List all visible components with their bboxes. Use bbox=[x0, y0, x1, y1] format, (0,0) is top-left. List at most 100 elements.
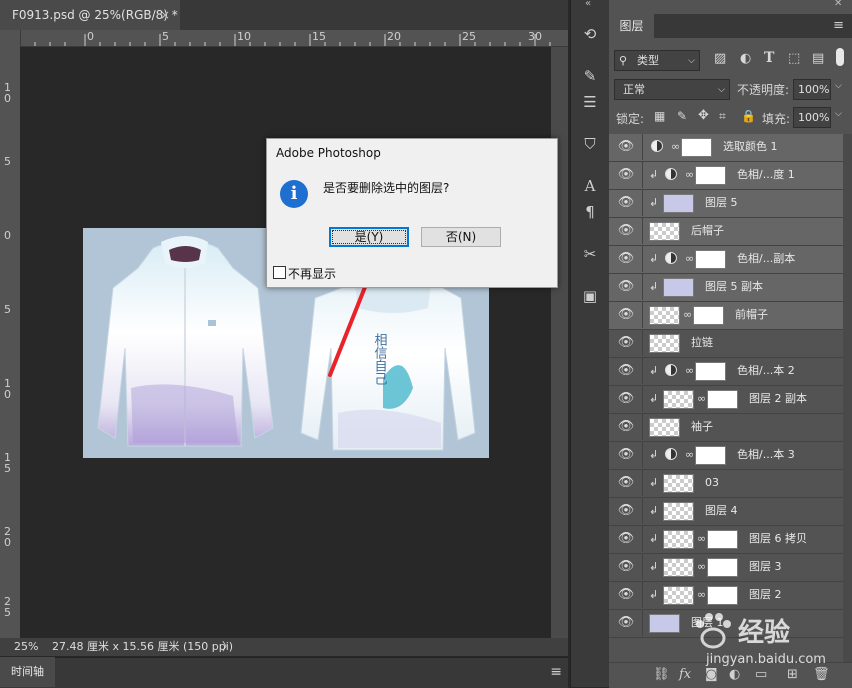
layer-thumbnail[interactable] bbox=[649, 418, 680, 437]
clip-arrow-icon: ↲ bbox=[649, 532, 659, 545]
character-icon[interactable]: A bbox=[580, 176, 600, 196]
eye-icon[interactable]: 👁 bbox=[617, 531, 635, 547]
no-button[interactable]: 否(N) bbox=[421, 227, 501, 247]
eye-icon[interactable]: 👁 bbox=[617, 307, 635, 323]
clone-source-icon[interactable]: ⛉ bbox=[580, 134, 600, 154]
eye-icon[interactable]: 👁 bbox=[617, 587, 635, 603]
eye-icon[interactable]: 👁 bbox=[617, 559, 635, 575]
smart-object-filter-icon[interactable]: ▤ bbox=[812, 51, 824, 66]
layer-row[interactable]: 👁 袖子 bbox=[609, 414, 843, 442]
menu-icon[interactable]: ≡ bbox=[550, 664, 562, 680]
mask-thumbnail[interactable] bbox=[695, 250, 726, 269]
eye-icon[interactable]: 👁 bbox=[617, 363, 635, 379]
layer-row[interactable]: 👁 ↲ ∞ 图层 6 拷贝 bbox=[609, 526, 843, 554]
mask-thumbnail[interactable] bbox=[695, 446, 726, 465]
layer-thumbnail[interactable] bbox=[663, 390, 694, 409]
mask-thumbnail[interactable] bbox=[681, 138, 712, 157]
divider bbox=[642, 470, 643, 496]
fill-input[interactable]: 100% bbox=[793, 107, 831, 128]
eye-icon[interactable]: 👁 bbox=[617, 167, 635, 183]
layer-thumbnail[interactable] bbox=[663, 502, 694, 521]
eye-icon[interactable]: 👁 bbox=[617, 503, 635, 519]
collapse-icon[interactable]: « bbox=[585, 0, 591, 9]
yes-button[interactable]: 是(Y) bbox=[329, 227, 409, 247]
lock-all-icon[interactable]: 🔒 bbox=[741, 109, 756, 123]
eye-icon[interactable]: 👁 bbox=[617, 615, 635, 631]
tab-layers[interactable]: 图层 bbox=[609, 14, 654, 38]
eye-icon[interactable]: 👁 bbox=[617, 223, 635, 239]
chevron-down-icon[interactable]: ⌵ bbox=[835, 109, 842, 119]
layer-row[interactable]: 👁 拉链 bbox=[609, 330, 843, 358]
vertical-scrollbar[interactable] bbox=[551, 47, 568, 638]
tool-presets-icon[interactable]: ✂ bbox=[580, 244, 600, 264]
mask-thumbnail[interactable] bbox=[707, 558, 738, 577]
layer-row[interactable]: 👁 ↲ ∞ 图层 3 bbox=[609, 554, 843, 582]
layer-row[interactable]: 👁 ∞ 前帽子 bbox=[609, 302, 843, 330]
layer-row[interactable]: 👁 ↲ ∞ 色相/...本 2 bbox=[609, 358, 843, 386]
mask-thumbnail[interactable] bbox=[695, 166, 726, 185]
lock-pixels-icon[interactable]: ✎ bbox=[677, 109, 687, 123]
lock-position-icon[interactable]: ✥ bbox=[698, 108, 709, 123]
tab-timeline[interactable]: 时间轴 bbox=[0, 657, 55, 687]
layer-row[interactable]: 👁 后帽子 bbox=[609, 218, 843, 246]
paragraph-icon[interactable]: ¶ bbox=[580, 202, 600, 222]
mask-thumbnail[interactable] bbox=[707, 530, 738, 549]
checkbox-box[interactable] bbox=[273, 266, 286, 279]
panel-menu-icon[interactable]: ≡ bbox=[833, 18, 844, 33]
layer-row[interactable]: 👁 ↲ 图层 4 bbox=[609, 498, 843, 526]
layer-row[interactable]: 👁 ↲ ∞ 色相/...副本 bbox=[609, 246, 843, 274]
adjustments-icon[interactable]: ☰ bbox=[580, 92, 600, 112]
eye-icon[interactable]: 👁 bbox=[617, 195, 635, 211]
eye-icon[interactable]: 👁 bbox=[617, 279, 635, 295]
eye-icon[interactable]: 👁 bbox=[617, 391, 635, 407]
layer-row[interactable]: 👁 ↲ ∞ 图层 2 副本 bbox=[609, 386, 843, 414]
lock-transparent-icon[interactable]: ▦ bbox=[654, 109, 665, 123]
close-icon[interactable]: × bbox=[160, 0, 170, 30]
document-tab[interactable]: F0913.psd @ 25%(RGB/8) * × bbox=[0, 0, 180, 30]
mask-thumbnail[interactable] bbox=[707, 586, 738, 605]
image-filter-icon[interactable]: ▨ bbox=[714, 51, 726, 66]
layer-row[interactable]: 👁 ↲ 图层 5 副本 bbox=[609, 274, 843, 302]
layer-row[interactable]: 👁 ↲ 03 bbox=[609, 470, 843, 498]
layer-filter-select[interactable]: ⚲ 类型 ⌵ bbox=[614, 50, 700, 71]
layer-row[interactable]: 👁 ∞ 选取颜色 1 bbox=[609, 134, 843, 162]
eye-icon[interactable]: 👁 bbox=[617, 251, 635, 267]
layer-row[interactable]: 👁 ↲ ∞ 色相/...本 3 bbox=[609, 442, 843, 470]
close-panel-icon[interactable]: ✕ bbox=[834, 0, 842, 9]
type-filter-icon[interactable]: T bbox=[764, 50, 774, 66]
layer-thumbnail[interactable] bbox=[649, 334, 680, 353]
layer-row[interactable]: 👁 ↲ 图层 5 bbox=[609, 190, 843, 218]
eye-icon[interactable]: 👁 bbox=[617, 419, 635, 435]
layer-thumbnail[interactable] bbox=[663, 586, 694, 605]
layer-thumbnail[interactable] bbox=[663, 530, 694, 549]
layer-thumbnail[interactable] bbox=[649, 222, 680, 241]
layers-scrollbar[interactable] bbox=[843, 134, 852, 662]
eye-icon[interactable]: 👁 bbox=[617, 335, 635, 351]
eye-icon[interactable]: 👁 bbox=[617, 447, 635, 463]
mask-thumbnail[interactable] bbox=[707, 390, 738, 409]
filter-toggle[interactable] bbox=[836, 48, 844, 66]
history-icon[interactable]: ⟲ bbox=[580, 24, 600, 44]
layer-thumbnail[interactable] bbox=[663, 278, 694, 297]
layer-thumbnail[interactable] bbox=[663, 558, 694, 577]
brush-icon[interactable]: ✎ bbox=[580, 66, 600, 86]
opacity-input[interactable]: 100% bbox=[793, 79, 831, 100]
mask-thumbnail[interactable] bbox=[695, 362, 726, 381]
layer-thumbnail[interactable] bbox=[663, 194, 694, 213]
eye-icon[interactable]: 👁 bbox=[617, 139, 635, 155]
layer-thumbnail[interactable] bbox=[649, 306, 680, 325]
zoom-level[interactable]: 25% bbox=[14, 638, 38, 656]
dont-show-again-checkbox[interactable]: 不再显示 bbox=[273, 265, 336, 282]
layer-filter-label: 类型 bbox=[637, 54, 659, 67]
layer-thumbnail[interactable] bbox=[663, 474, 694, 493]
shape-filter-icon[interactable]: ⬚ bbox=[788, 51, 800, 66]
chevron-down-icon[interactable]: ⌵ bbox=[835, 81, 842, 91]
status-menu-arrow[interactable]: 〉 bbox=[222, 638, 233, 656]
layer-row[interactable]: 👁 ↲ ∞ 色相/...度 1 bbox=[609, 162, 843, 190]
adjustment-filter-icon[interactable]: ◐ bbox=[740, 51, 751, 66]
blend-mode-select[interactable]: 正常 ⌵ bbox=[614, 79, 730, 100]
mask-thumbnail[interactable] bbox=[693, 306, 724, 325]
libraries-icon[interactable]: ▣ bbox=[580, 286, 600, 306]
eye-icon[interactable]: 👁 bbox=[617, 475, 635, 491]
lock-artboard-icon[interactable]: ⌗ bbox=[719, 109, 726, 124]
